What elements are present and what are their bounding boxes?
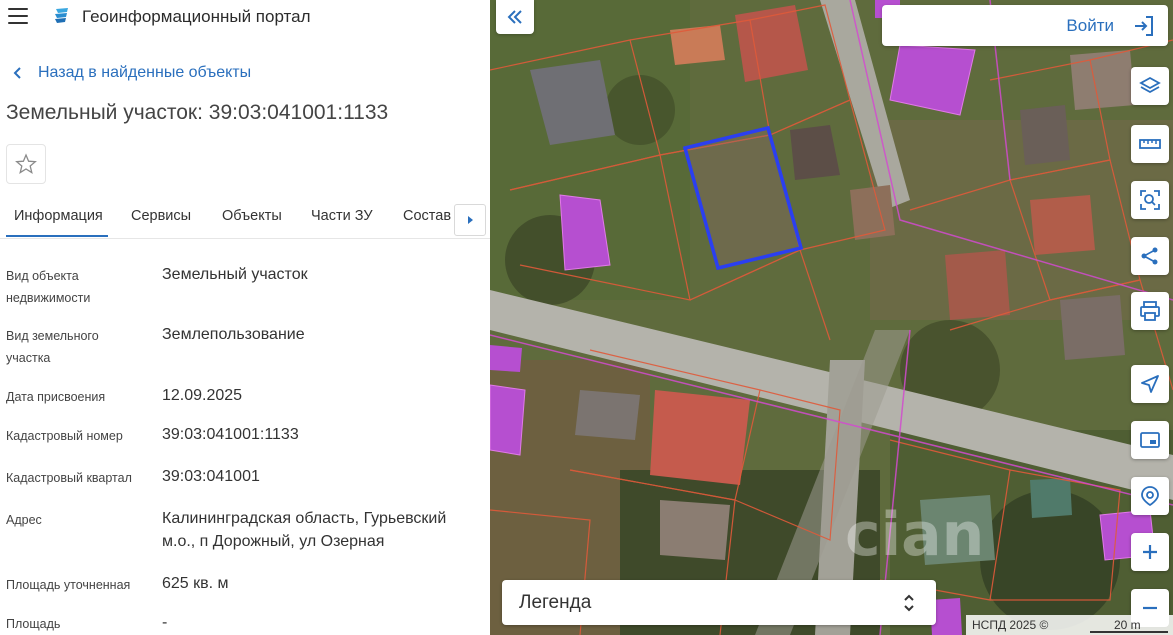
- tab-composition[interactable]: Состав: [403, 208, 451, 224]
- legend-label: Легенда: [519, 592, 592, 613]
- tab-parts[interactable]: Части ЗУ: [311, 208, 373, 224]
- watermark-text: cian: [845, 500, 984, 570]
- login-button[interactable]: Войти: [882, 5, 1168, 46]
- value-address: Калининградская область, Гурьевский м.о.…: [162, 510, 447, 550]
- attribution-text: НСПД 2025 ©: [972, 618, 1049, 632]
- print-button[interactable]: [1131, 292, 1169, 330]
- value-land-type: Землепользование: [162, 326, 305, 343]
- chevron-left-icon: [13, 67, 21, 79]
- share-icon: [1141, 247, 1158, 265]
- locate-button[interactable]: [1131, 477, 1169, 515]
- double-chevron-left-icon: [507, 10, 522, 24]
- search-area-icon: [1140, 190, 1160, 210]
- locate-icon: [1141, 486, 1159, 507]
- ruler-icon: [1139, 139, 1161, 149]
- value-cadastral-number: 39:03:041001:1133: [162, 426, 299, 443]
- object-info-panel: Геоинформационный портал Назад в найденн…: [0, 0, 490, 635]
- print-icon: [1140, 301, 1160, 321]
- map-view[interactable]: cian: [490, 0, 1173, 635]
- legend-dropdown[interactable]: Легенда: [502, 580, 936, 625]
- app-title: Геоинформационный портал: [82, 7, 311, 26]
- login-icon: [1135, 16, 1153, 36]
- tab-bar: Информация Сервисы Объекты Части ЗУ Сост…: [0, 200, 490, 239]
- layers-icon: [1139, 76, 1161, 94]
- measure-button[interactable]: [1131, 125, 1169, 163]
- navigate-icon: [1141, 375, 1159, 393]
- label-land-type: Вид земельного участка: [6, 329, 99, 365]
- label-object-type: Вид объекта недвижимости: [6, 269, 91, 305]
- back-to-results-link[interactable]: Назад в найденные объекты: [10, 63, 251, 83]
- active-tab-indicator: [6, 235, 108, 237]
- top-bar: Геоинформационный портал: [0, 0, 490, 34]
- scale-label: 20 m: [1114, 618, 1141, 632]
- minimap-icon: [1140, 432, 1160, 448]
- back-label: Назад в найденные объекты: [38, 64, 252, 81]
- minimap-button[interactable]: [1131, 421, 1169, 459]
- menu-icon[interactable]: [8, 8, 28, 24]
- portal-logo-icon: [55, 8, 68, 23]
- label-assign-date: Дата присвоения: [6, 390, 106, 404]
- zoom-in-button[interactable]: [1131, 533, 1169, 571]
- caret-right-icon: [468, 216, 473, 224]
- star-icon: [15, 153, 37, 174]
- value-object-type: Земельный участок: [162, 266, 308, 283]
- label-address: Адрес: [6, 513, 42, 527]
- value-area: -: [162, 614, 168, 631]
- value-cadastral-quarter: 39:03:041001: [162, 468, 260, 485]
- login-label: Войти: [1066, 16, 1114, 35]
- tabs-scroll-right-button[interactable]: [454, 204, 486, 236]
- value-area-refined: 625 кв. м: [162, 575, 229, 592]
- favorite-button[interactable]: [6, 144, 46, 184]
- zoom-in-icon: [1143, 545, 1157, 559]
- label-cadastral-number: Кадастровый номер: [6, 429, 123, 443]
- expand-collapse-icon: [904, 594, 914, 612]
- label-cadastral-quarter: Кадастровый квартал: [6, 471, 132, 485]
- tab-services[interactable]: Сервисы: [131, 208, 191, 224]
- navigate-button[interactable]: [1131, 365, 1169, 403]
- tab-information[interactable]: Информация: [14, 208, 103, 224]
- label-area-refined: Площадь уточненная: [6, 578, 131, 592]
- tab-objects[interactable]: Объекты: [222, 208, 282, 224]
- satellite-map: cian: [490, 0, 1173, 635]
- layers-button[interactable]: [1131, 67, 1169, 105]
- scale-bar: [1090, 631, 1168, 633]
- collapse-panel-button[interactable]: [496, 0, 534, 34]
- object-title: Земельный участок: 39:03:041001:1133: [6, 101, 389, 124]
- share-button[interactable]: [1131, 237, 1169, 275]
- search-area-button[interactable]: [1131, 181, 1169, 219]
- map-attribution: НСПД 2025 © 20 m: [966, 615, 1173, 635]
- label-area: Площадь: [6, 617, 61, 631]
- value-assign-date: 12.09.2025: [162, 387, 243, 404]
